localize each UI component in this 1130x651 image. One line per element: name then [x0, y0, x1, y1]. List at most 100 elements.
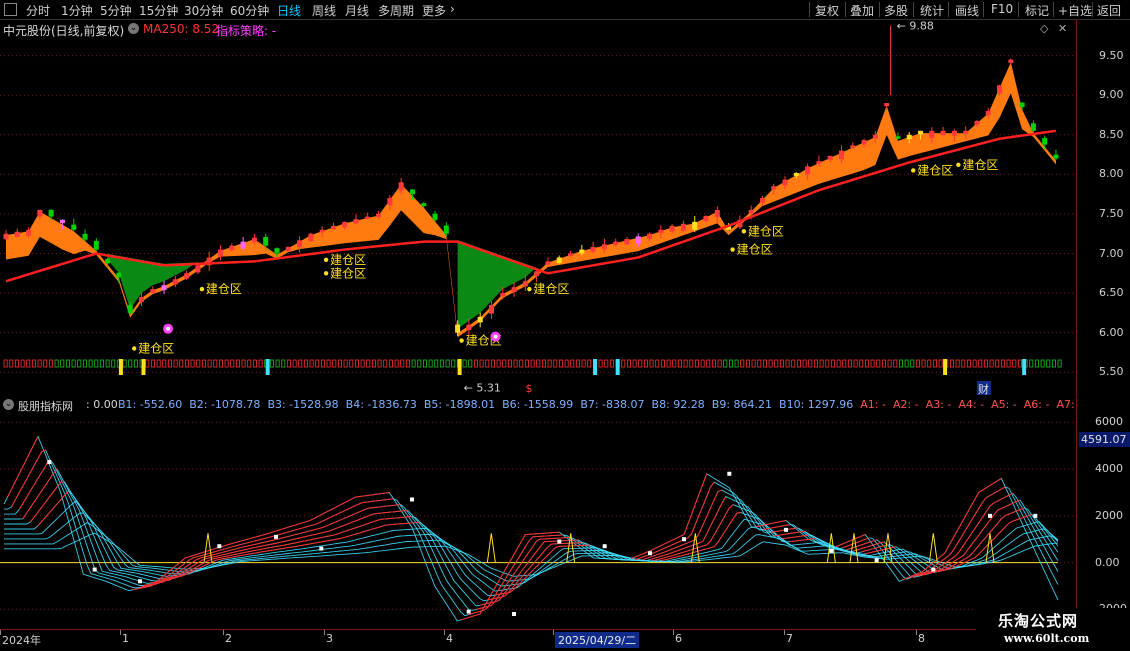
candle-body [26, 229, 32, 236]
signal-cell [473, 359, 478, 368]
add-favorite-button[interactable]: +自选 [1058, 2, 1092, 19]
period-tab-more[interactable]: 更多 [422, 2, 446, 19]
signal-cell [802, 359, 807, 368]
indicator-rising-segment [782, 534, 809, 540]
statistics-button[interactable]: 统计 [920, 2, 944, 19]
candle-body [466, 324, 472, 331]
candle-body [195, 265, 201, 273]
indicator-axis: 4591.07 6000400020000.00-2000 [1076, 397, 1130, 629]
candle-body [534, 271, 540, 277]
signal-cell [400, 359, 405, 368]
signal-cell [485, 359, 490, 368]
date-tick [916, 630, 917, 635]
entry-dot [323, 271, 329, 276]
candle-body [184, 273, 190, 279]
adjust-button[interactable]: 复权 [815, 2, 839, 19]
candle-body [37, 209, 43, 217]
menu-checkbox-icon[interactable] [4, 3, 17, 16]
signal-cell [898, 359, 903, 368]
candle-body [884, 103, 890, 107]
candle-body [793, 173, 799, 176]
entry-dot [527, 286, 532, 292]
entry-dot [911, 168, 916, 173]
date-tick-label: 4 [446, 632, 453, 645]
indicator-value: : 0.00 [86, 398, 118, 411]
signal-cell [1051, 359, 1056, 368]
signal-cell [3, 359, 8, 368]
signal-cell [740, 359, 745, 368]
candle-body [872, 134, 878, 139]
signal-cell [609, 359, 614, 368]
mark-button[interactable]: 标记 [1025, 2, 1049, 19]
signal-cell [604, 359, 609, 368]
price-tick-label: 9.50 [1099, 48, 1124, 62]
signal-cell [1000, 359, 1005, 368]
signal-cell [677, 359, 682, 368]
candle-body [500, 293, 506, 296]
signal-cell [133, 359, 138, 368]
signal-cell [54, 359, 59, 368]
signal-cell [881, 359, 886, 368]
signal-cell [808, 359, 813, 368]
signal-cell [910, 359, 915, 368]
indicator-dot [988, 513, 992, 518]
indicator-name[interactable]: 股朋指标网 [18, 398, 73, 413]
multi-stock-button[interactable]: 多股 [884, 2, 908, 19]
signal-cell [842, 359, 847, 368]
signal-cell [434, 359, 439, 368]
indicator-dot [874, 558, 879, 563]
signal-cell [9, 359, 14, 368]
indicator-rising-segment [139, 498, 394, 588]
candle-body [861, 140, 867, 145]
f10-button[interactable]: F10 [991, 2, 1013, 16]
price-tick-label: 6.50 [1099, 286, 1124, 300]
indicator-rising-segment [861, 544, 889, 553]
period-tab-5min[interactable]: 5分钟 [100, 2, 132, 19]
period-tab-15min[interactable]: 15分钟 [139, 2, 178, 19]
signal-cell [230, 359, 235, 368]
candle-body [647, 233, 653, 239]
signal-cell [995, 359, 1000, 368]
signal-cell [927, 359, 932, 368]
signal-cell [77, 359, 82, 368]
period-tab-30min[interactable]: 30分钟 [184, 2, 223, 19]
period-tab-daily[interactable]: 日线 [277, 2, 301, 19]
entry-dot [131, 346, 137, 351]
candle-body [692, 221, 698, 230]
signal-cell [683, 359, 688, 368]
signal-cell [71, 359, 76, 368]
period-tab-multi[interactable]: 多周期 [378, 2, 414, 19]
overlay-button[interactable]: 叠加 [850, 2, 874, 19]
signal-cell [167, 359, 172, 368]
signal-cell [269, 359, 274, 368]
signal-cell [332, 359, 337, 368]
chevron-down-icon[interactable]: ⌄ [3, 399, 14, 410]
high-marker-label: ← 9.88 [897, 20, 934, 33]
period-tab-monthly[interactable]: 月线 [345, 2, 369, 19]
candle-body [240, 241, 246, 249]
signal-cell [853, 359, 858, 368]
candle-body [669, 225, 675, 232]
draw-line-button[interactable]: 画线 [955, 2, 979, 19]
back-button[interactable]: 返回 [1097, 2, 1121, 19]
indicator-b-value: B4: -1836.73 [345, 398, 417, 411]
period-tab-weekly[interactable]: 周线 [312, 2, 336, 19]
candle-body [488, 304, 494, 314]
signal-cell [224, 359, 229, 368]
candle-body [1042, 138, 1048, 145]
candle-body [601, 244, 607, 250]
indicator-dot [138, 579, 142, 584]
candle-body [477, 316, 483, 323]
chevron-right-icon[interactable]: › [450, 2, 455, 16]
candle-body [918, 130, 924, 135]
period-tab-1min[interactable]: 1分钟 [61, 2, 93, 19]
price-chart[interactable]: 建仓区建仓区建仓区建仓区建仓区建仓区建仓区建仓区建仓区 建仓区 ← 9.88← 5… [0, 20, 1076, 396]
signal-cell [728, 359, 733, 368]
signal-cell [768, 359, 773, 368]
signal-cell [213, 359, 218, 368]
trend-band [6, 62, 1056, 338]
candle-body [1019, 102, 1025, 108]
period-tab-intraday[interactable]: 分时 [26, 2, 50, 19]
indicator-chart[interactable] [0, 413, 1076, 628]
period-tab-60min[interactable]: 60分钟 [230, 2, 269, 19]
